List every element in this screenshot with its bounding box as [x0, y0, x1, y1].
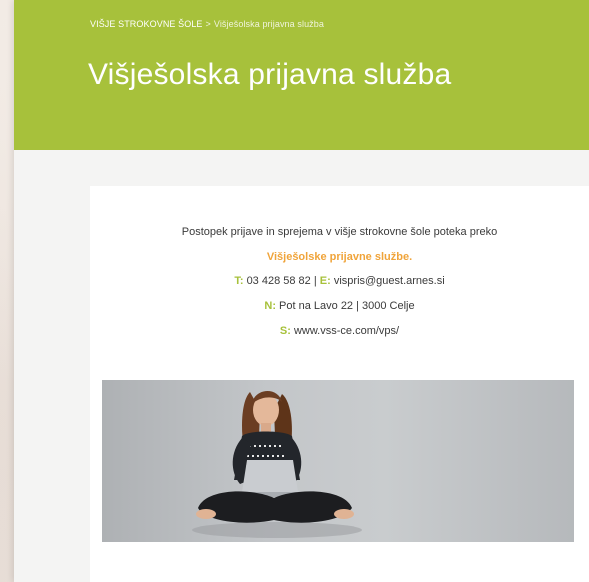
divider: | [313, 275, 317, 287]
phone-key: T: [234, 275, 244, 287]
page-header: VIŠJE STROKOVNE ŠOLE > Višješolska prijavn… [14, 0, 589, 150]
website-key: S: [279, 325, 291, 337]
service-name-link[interactable]: Višješolske prijavne službe. [90, 251, 589, 263]
intro-text: Postopek prijave in sprejema v višje str… [181, 226, 498, 238]
email-key: E: [319, 275, 331, 287]
student-laptop-photo [102, 380, 574, 542]
breadcrumb: VIŠJE STROKOVNE ŠOLE > Višješolska prijavn… [90, 19, 324, 29]
website-link[interactable]: www.vss-ce.com/vps/ [294, 325, 399, 337]
breadcrumb-parent-link[interactable]: VIŠJE STROKOVNE ŠOLE [90, 19, 203, 29]
breadcrumb-current: Višješolska prijavna služba [213, 19, 324, 29]
content-card: Postopek prijave in sprejema v višje str… [90, 186, 589, 582]
breadcrumb-separator: > [205, 19, 211, 29]
address-line: N: Pot na Lavo 22 | 3000 Celje [90, 300, 589, 312]
website-line: S: www.vss-ce.com/vps/ [90, 325, 589, 337]
address-key: N: [264, 300, 276, 312]
email-link[interactable]: vispris@guest.arnes.si [334, 275, 445, 287]
page-title: Višješolska prijavna služba [88, 58, 452, 91]
page-screenshot: VIŠJE STROKOVNE ŠOLE > Višješolska prijavn… [14, 0, 589, 582]
phone-email-line: T: 03 428 58 82 | E: vispris@guest.arnes… [90, 275, 589, 287]
phone-value: 03 428 58 82 [246, 275, 311, 287]
woman-with-laptop-illustration [192, 390, 362, 538]
address-value: Pot na Lavo 22 | 3000 Celje [279, 300, 415, 312]
